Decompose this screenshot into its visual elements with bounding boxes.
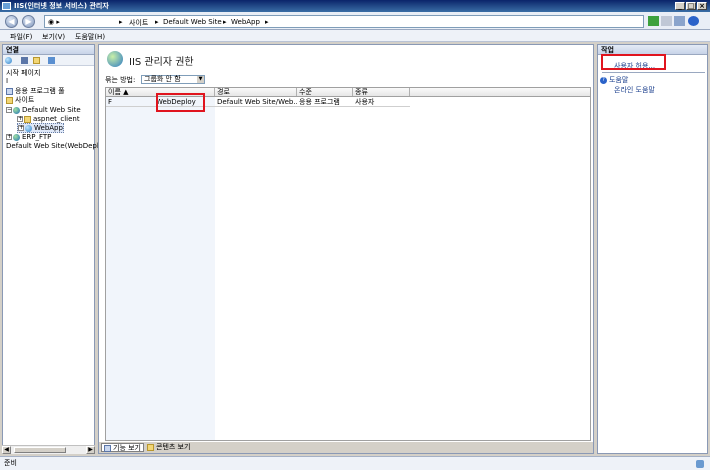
breadcrumb-webapp[interactable]: WebApp [231, 18, 260, 26]
highlight-webdeploy [156, 93, 205, 112]
network-icon [696, 460, 704, 468]
breadcrumb-default-web-site[interactable]: Default Web Site [163, 18, 222, 26]
save-icon[interactable] [21, 57, 28, 64]
title-bar: IIS(인터넷 정보 서비스) 관리자 _ □ × [0, 0, 710, 12]
tab-features-view[interactable]: 기능 보기 [101, 443, 144, 452]
iis-manager-permissions-icon [107, 51, 123, 67]
scroll-right-icon[interactable]: ▶ [86, 446, 95, 454]
row-type: 사용자 [355, 98, 375, 106]
close-button[interactable]: × [697, 2, 707, 10]
help-icon[interactable] [688, 16, 699, 26]
tab-content-view[interactable]: 콘텐츠 보기 [145, 443, 192, 452]
tree-item-webapp[interactable]: + WebApp [17, 123, 64, 133]
permissions-grid: 이름 ▲ 경로 수준 종류 F WebDeploy Default Web Si… [105, 87, 591, 441]
help-icon: ? [600, 76, 607, 84]
tree-item-sites[interactable]: 사이트 [6, 96, 34, 104]
maximize-button[interactable]: □ [686, 2, 696, 10]
tree-item-erp-ftp[interactable]: + ERP_FTP [6, 133, 51, 141]
back-button[interactable]: ◀ [5, 15, 18, 28]
globe-icon [13, 133, 20, 141]
menu-help[interactable]: 도움말(H) [75, 32, 105, 42]
expand-icon[interactable]: + [18, 125, 24, 131]
tree-item-default-web-site-webdeploy[interactable]: Default Web Site(WebDeploy [6, 142, 107, 150]
forward-button[interactable]: ▶ [22, 15, 35, 28]
tree-item-start-page[interactable]: 시작 페이지 [6, 69, 40, 77]
home-icon[interactable] [674, 16, 685, 26]
column-type[interactable]: 종류 [353, 88, 410, 96]
address-field[interactable]: ◉ ▸ ▸ 사이트 ▸ Default Web Site ▸ WebApp ▸ [44, 15, 644, 28]
highlight-allow-user [601, 54, 666, 70]
folder-icon [24, 115, 31, 123]
column-level[interactable]: 수준 [297, 88, 353, 96]
connections-horizontal-scrollbar[interactable]: ◀ ▶ [2, 445, 95, 454]
breadcrumb-sep-2: ▸ [155, 18, 159, 26]
scroll-thumb[interactable] [14, 447, 66, 453]
content-view-icon [147, 443, 154, 451]
row-name-prefix: F [108, 98, 113, 106]
globe-icon [13, 106, 20, 114]
scroll-left-icon[interactable]: ◀ [2, 446, 11, 454]
refresh-icon[interactable] [648, 16, 659, 26]
tree-item-default-web-site[interactable]: − Default Web Site [6, 106, 81, 114]
row-path: Default Web Site/Web... [217, 98, 297, 106]
window-title: IIS(인터넷 정보 서비스) 관리자 [14, 2, 109, 10]
features-view-icon [104, 444, 111, 452]
connections-toolbar [3, 55, 94, 66]
actions-panel: 작업 사용자 허용... ? 도움말 온라인 도움말 [597, 44, 708, 454]
menu-file[interactable]: 파일(F) [10, 32, 32, 42]
address-icon: ◉ ▸ [48, 18, 60, 26]
chevron-down-icon: ▼ [197, 76, 204, 83]
breadcrumb-sites[interactable]: 사이트 [129, 18, 148, 28]
connections-header: 연결 [3, 45, 94, 55]
breadcrumb-sep-1: ▸ [119, 18, 123, 26]
connections-panel: 연결 시작 페이지 I 응용 프로그램 풀 사이트 − Default Web S… [2, 44, 107, 454]
web-app-icon [25, 124, 32, 132]
expand-icon[interactable]: + [17, 116, 23, 122]
expand-icon[interactable]: + [6, 134, 12, 140]
view-tabs: 기능 보기 콘텐츠 보기 [99, 442, 593, 453]
collapse-icon[interactable]: − [6, 107, 12, 113]
menu-view[interactable]: 보기(V) [42, 32, 65, 42]
connect-icon[interactable] [5, 57, 12, 64]
page-title: IIS 관리자 권한 [129, 57, 194, 68]
help-link[interactable]: ? 도움말 [600, 75, 628, 85]
row-level: 응용 프로그램 [299, 98, 340, 106]
iis-app-icon [2, 2, 11, 10]
status-text: 준비 [4, 459, 17, 467]
tree-item-aspnet-client[interactable]: + aspnet_client [17, 115, 80, 123]
breadcrumb-sep-3: ▸ [223, 18, 227, 26]
group-by-select[interactable]: 그룹화 안 함 ▼ [141, 75, 205, 84]
status-bar: 준비 [0, 456, 710, 470]
group-by-label: 묶는 방법: [105, 76, 136, 84]
breadcrumb-sep-4: ▸ [265, 18, 269, 26]
column-path[interactable]: 경로 [215, 88, 297, 96]
connection-icon[interactable] [48, 57, 55, 64]
up-folder-icon[interactable] [33, 57, 40, 64]
stop-icon[interactable] [661, 16, 672, 26]
menu-bar: 파일(F) 보기(V) 도움말(H) [0, 30, 710, 42]
tree-item-server[interactable]: I [6, 77, 8, 85]
online-help-link[interactable]: 온라인 도움말 [614, 85, 655, 95]
tree-item-app-pools[interactable]: 응용 프로그램 풀 [6, 87, 65, 95]
address-bar: ◀ ▶ ◉ ▸ ▸ 사이트 ▸ Default Web Site ▸ WebAp… [0, 12, 710, 30]
app-pool-icon [6, 87, 13, 95]
folder-icon [6, 96, 13, 104]
minimize-button[interactable]: _ [675, 2, 685, 10]
